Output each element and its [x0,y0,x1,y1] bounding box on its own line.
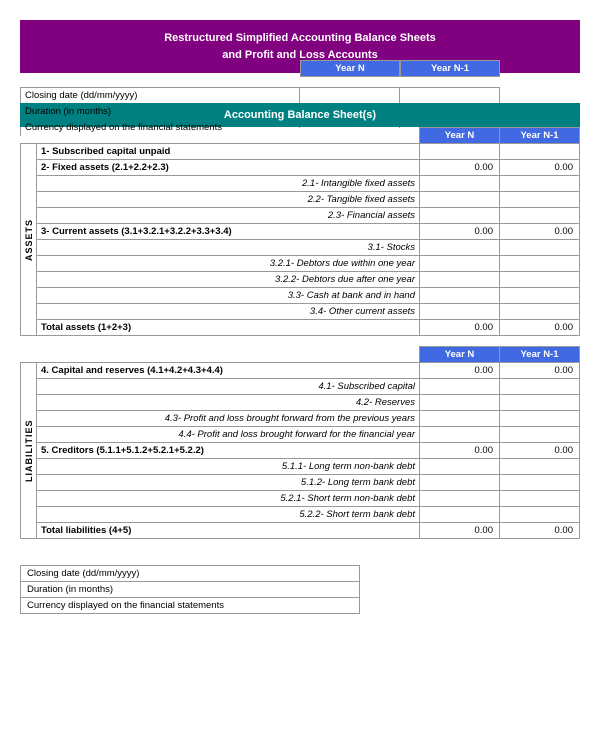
liab-italic-label: 5.2.2- Short term bank debt [37,507,420,523]
assets-val-n [420,176,500,192]
liab-val-n1 [500,507,580,523]
liab-italic-label: 5.1.1- Long term non-bank debt [37,459,420,475]
assets-val-n [420,240,500,256]
assets-val-n1 [500,288,580,304]
assets-val-n [420,192,500,208]
liab-bold-label: 5. Creditors (5.1.1+5.1.2+5.2.1+5.2.2) [37,443,420,459]
liab-italic-label: 4.1- Subscribed capital [37,379,420,395]
assets-italic-label: 3.2.1- Debtors due within one year [37,256,420,272]
liab-italic-label: 4.4- Profit and loss brought forward for… [37,427,420,443]
liab-italic-label: 4.3- Profit and loss brought forward fro… [37,411,420,427]
assets-val-n: 0.00 [420,320,500,336]
liab-italic-label: 4.2- Reserves [37,395,420,411]
liab-val-n: 0.00 [420,443,500,459]
assets-val-n1: 0.00 [500,224,580,240]
assets-val-n [420,256,500,272]
assets-italic-label: 3.1- Stocks [37,240,420,256]
assets-table: Year N Year N-1 ASSETS1- Subscribed capi… [20,127,580,336]
liab-val-n [420,459,500,475]
assets-val-n1 [500,176,580,192]
assets-italic-label: 3.2.2- Debtors due after one year [37,272,420,288]
liab-val-n [420,427,500,443]
liab-val-n1: 0.00 [500,523,580,539]
assets-italic-label: 3.3- Cash at bank and in hand [37,288,420,304]
assets-bold-label: 2- Fixed assets (2.1+2.2+2.3) [37,160,420,176]
assets-val-n1 [500,304,580,320]
assets-val-n [420,304,500,320]
assets-val-n1 [500,144,580,160]
liab-val-n1: 0.00 [500,363,580,379]
title-line1: Restructured Simplified Accounting Balan… [40,30,560,47]
liab-val-n1: 0.00 [500,443,580,459]
assets-val-n1 [500,256,580,272]
assets-italic-label: 2.2- Tangible fixed assets [37,192,420,208]
liab-val-n [420,507,500,523]
assets-italic-label: 3.4- Other current assets [37,304,420,320]
liab-val-n [420,491,500,507]
liab-bold-label: 4. Capital and reserves (4.1+4.2+4.3+4.4… [37,363,420,379]
assets-bold-label: 1- Subscribed capital unpaid [37,144,420,160]
liab-val-n: 0.00 [420,363,500,379]
assets-col-yearn: Year N [420,128,500,144]
liab-val-n [420,411,500,427]
liab-val-n1 [500,427,580,443]
bottom-currency-label: Currency displayed on the financial stat… [21,598,360,614]
assets-italic-label: 2.3- Financial assets [37,208,420,224]
liab-val-n1 [500,491,580,507]
assets-val-n1: 0.00 [500,160,580,176]
assets-val-n1 [500,192,580,208]
assets-val-n: 0.00 [420,160,500,176]
assets-val-n1 [500,240,580,256]
assets-val-n1 [500,208,580,224]
assets-val-n1: 0.00 [500,320,580,336]
assets-italic-label: 2.1- Intangible fixed assets [37,176,420,192]
assets-bold-label: Total assets (1+2+3) [37,320,420,336]
liab-val-n1 [500,379,580,395]
liab-val-n1 [500,459,580,475]
bottom-info-table: Closing date (dd/mm/yyyy) Duration (in m… [20,565,360,614]
assets-val-n [420,288,500,304]
assets-val-n [420,208,500,224]
assets-bold-label: 3- Current assets (3.1+3.2.1+3.2.2+3.3+3… [37,224,420,240]
liab-val-n1 [500,411,580,427]
bottom-duration-label: Duration (in months) [21,582,360,598]
top-col-yearn: Year N [300,60,400,77]
liabilities-table: Year N Year N-1 LIABILITIES4. Capital an… [20,346,580,539]
liab-col-yearn1: Year N-1 [500,347,580,363]
liab-val-n [420,395,500,411]
assets-val-n1 [500,272,580,288]
assets-val-n [420,272,500,288]
assets-val-n: 0.00 [420,224,500,240]
liab-val-n [420,475,500,491]
top-col-yearn1: Year N-1 [400,60,500,77]
liab-val-n [420,379,500,395]
liab-italic-label: 5.1.2- Long term bank debt [37,475,420,491]
assets-col-yearn1: Year N-1 [500,128,580,144]
assets-rotated-label: ASSETS [21,144,37,336]
bottom-closing-label: Closing date (dd/mm/yyyy) [21,566,360,582]
liab-bold-label: Total liabilities (4+5) [37,523,420,539]
liab-val-n1 [500,395,580,411]
liab-col-yearn: Year N [420,347,500,363]
liab-val-n1 [500,475,580,491]
assets-val-n [420,144,500,160]
liab-val-n: 0.00 [420,523,500,539]
liab-italic-label: 5.2.1- Short term non-bank debt [37,491,420,507]
liabilities-rotated-label: LIABILITIES [21,363,37,539]
